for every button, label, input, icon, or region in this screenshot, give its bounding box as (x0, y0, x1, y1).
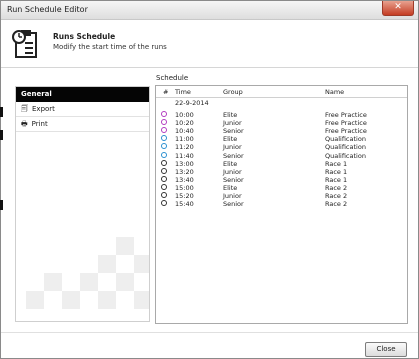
column-header-group[interactable]: Group (223, 88, 243, 96)
cell-group: Senior (223, 200, 244, 209)
clock-icon (161, 167, 167, 174)
schedule-table: # Time Group Name 22-9-2014 10:00 Elite Fr… (155, 85, 408, 324)
sidebar: General 🗐 Export 🖶 Print (15, 86, 150, 322)
cell-time: 15:40 (175, 200, 194, 209)
header-subtitle: Modify the start time of the runs (53, 43, 167, 51)
edge-marker (0, 130, 3, 140)
edge-marker (0, 107, 3, 117)
sidebar-item-print[interactable]: 🖶 Print (16, 117, 149, 132)
column-header-time[interactable]: Time (175, 88, 191, 96)
clock-icon (161, 175, 167, 182)
edge-marker (0, 200, 3, 210)
table-header: # Time Group Name (156, 86, 407, 98)
clock-icon (161, 159, 167, 166)
clipboard-clock-icon (12, 30, 37, 58)
title-bar: Run Schedule Editor ✕ (1, 1, 418, 20)
checkered-flag-decoration (26, 237, 149, 309)
clock-icon (161, 127, 167, 134)
cell-name: Race 2 (325, 200, 348, 209)
clock-icon (161, 111, 167, 117)
clock-icon (161, 200, 167, 207)
clock-icon (161, 143, 167, 150)
column-header-number[interactable]: # (163, 88, 168, 96)
window-close-button[interactable]: ✕ (382, 1, 414, 16)
printer-icon: 🖶 (21, 120, 28, 128)
clock-icon (161, 119, 167, 126)
schedule-label: Schedule (156, 74, 189, 82)
column-header-name[interactable]: Name (325, 88, 344, 96)
header-title: Runs Schedule (53, 32, 116, 41)
close-button[interactable]: Close (365, 342, 407, 357)
run-schedule-editor-window: Run Schedule Editor ✕ Runs Schedule Modi… (0, 0, 419, 359)
footer-divider (1, 332, 418, 333)
header-banner: Runs Schedule Modify the start time of t… (1, 20, 418, 68)
window-title: Run Schedule Editor (7, 5, 88, 14)
table-row[interactable]: 15:40 Senior Race 2 (156, 199, 407, 209)
export-icon: 🗐 (21, 105, 28, 113)
sidebar-item-export[interactable]: 🗐 Export (16, 102, 149, 117)
sidebar-header-general[interactable]: General (16, 87, 149, 102)
clock-icon (161, 192, 167, 198)
sidebar-item-label: Print (31, 120, 48, 128)
clock-icon (161, 151, 167, 158)
clock-icon (161, 183, 167, 190)
sidebar-item-label: Export (32, 105, 55, 113)
clock-icon (161, 135, 167, 142)
date-group-label: 22-9-2014 (175, 99, 209, 107)
